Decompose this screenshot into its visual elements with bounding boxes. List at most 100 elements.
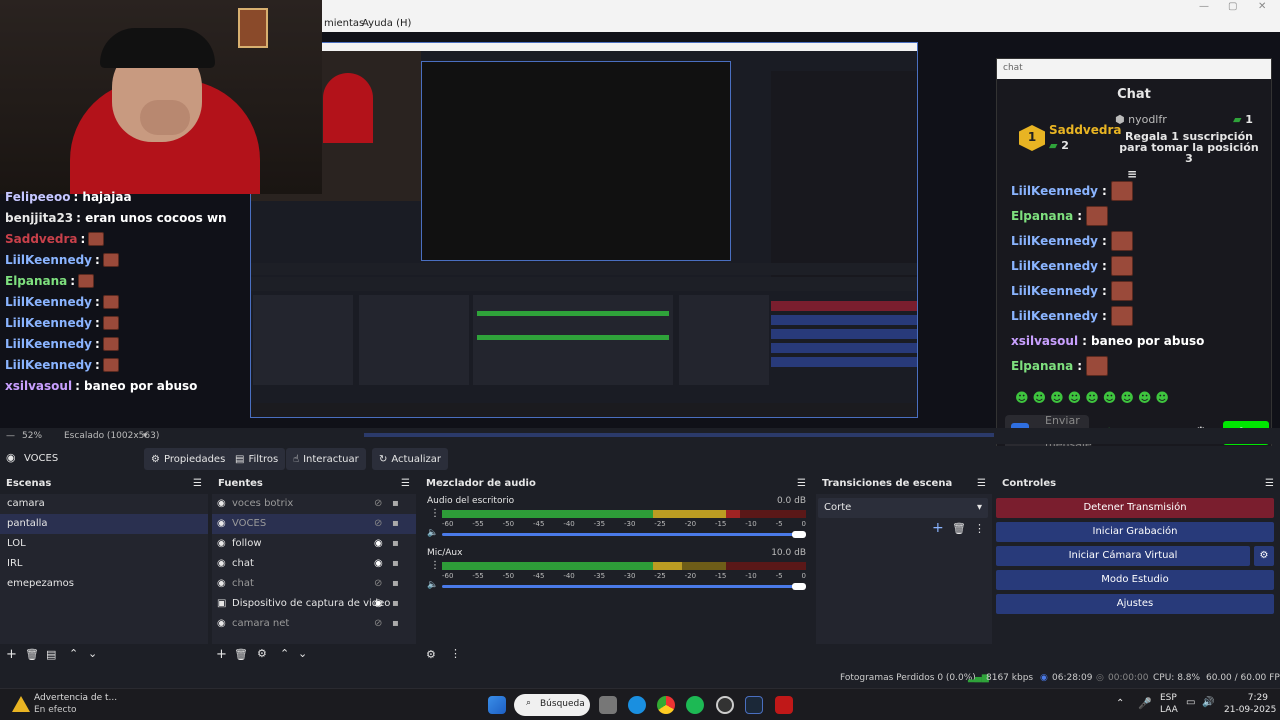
- lock-icon[interactable]: ▪: [392, 518, 399, 529]
- menu-help[interactable]: Ayuda (H): [362, 18, 411, 29]
- source-item[interactable]: ◉ camara net ⊘ ▪: [212, 614, 416, 634]
- source-item[interactable]: ▣ Dispositivo de captura de video ◉ ▪: [212, 594, 416, 614]
- chevron-up-icon[interactable]: ⌃: [1116, 698, 1124, 709]
- volume-slider-knob[interactable]: [792, 583, 806, 590]
- steam-icon[interactable]: [745, 696, 763, 714]
- lock-icon[interactable]: ▪: [392, 538, 399, 549]
- more-options-icon[interactable]: ⋮: [430, 508, 440, 519]
- studio-mode-button[interactable]: Modo Estudio: [996, 570, 1274, 590]
- warning-icon[interactable]: [12, 696, 30, 712]
- volume-slider-knob[interactable]: [792, 531, 806, 538]
- start-recording-button[interactable]: Iniciar Grabación: [996, 522, 1274, 542]
- trash-icon[interactable]: 🗑: [952, 522, 966, 535]
- volume-icon[interactable]: 🔊: [1202, 697, 1214, 708]
- lock-icon[interactable]: ▪: [392, 558, 399, 569]
- filters-button[interactable]: ▤ Filtros: [228, 448, 286, 470]
- spotify-icon[interactable]: [686, 696, 704, 714]
- microphone-icon[interactable]: 🎤: [1138, 697, 1152, 710]
- speaker-icon[interactable]: 🔈: [427, 528, 438, 538]
- dock-menu-icon[interactable]: ☰: [977, 478, 986, 489]
- chat-username[interactable]: Elpanana: [1011, 359, 1073, 373]
- source-item[interactable]: ◉ voces botrix ⊘ ▪: [212, 494, 416, 514]
- scene-item[interactable]: camara: [0, 494, 208, 514]
- trash-icon[interactable]: 🗑: [234, 648, 248, 661]
- virtual-camera-button[interactable]: Iniciar Cámara Virtual: [996, 546, 1250, 566]
- chat-username[interactable]: xsilvasoul: [5, 379, 72, 393]
- chat-username[interactable]: benjjita23: [5, 211, 73, 225]
- network-icon[interactable]: ▭: [1186, 697, 1195, 708]
- chat-username[interactable]: LiilKeennedy: [5, 295, 92, 309]
- eye-icon[interactable]: ◉: [374, 598, 383, 609]
- obs-icon[interactable]: [716, 696, 734, 714]
- chat-username[interactable]: Elpanana: [5, 274, 67, 288]
- app-red-icon[interactable]: [775, 696, 793, 714]
- chat-username[interactable]: LiilKeennedy: [5, 316, 92, 330]
- chat-username[interactable]: Saddvedra: [5, 232, 78, 246]
- scene-item[interactable]: IRL: [0, 554, 208, 574]
- transition-select[interactable]: Corte ▾: [818, 498, 988, 518]
- minimize-icon[interactable]: —: [1199, 1, 1209, 12]
- lock-icon[interactable]: ▪: [392, 498, 399, 509]
- close-icon[interactable]: ✕: [1258, 1, 1266, 12]
- source-item[interactable]: ◉ follow ◉ ▪: [212, 534, 416, 554]
- more-options-icon[interactable]: ⋮: [430, 560, 440, 571]
- speaker-icon[interactable]: 🔈: [427, 580, 438, 590]
- language-code[interactable]: ESP: [1160, 693, 1177, 703]
- menu-tools[interactable]: mientas: [324, 18, 364, 29]
- maximize-icon[interactable]: ▢: [1228, 1, 1237, 12]
- volume-slider[interactable]: [442, 585, 798, 588]
- gear-icon[interactable]: ⚙: [1254, 546, 1274, 566]
- eye-off-icon[interactable]: ⊘: [374, 578, 382, 589]
- dock-menu-icon[interactable]: ☰: [193, 478, 202, 489]
- dock-menu-icon[interactable]: ☰: [797, 478, 806, 489]
- chat-username[interactable]: LiilKeennedy: [1011, 184, 1098, 198]
- chevron-up-icon[interactable]: ⌃: [69, 647, 78, 660]
- lock-icon[interactable]: ▪: [392, 598, 399, 609]
- chevron-up-icon[interactable]: ⌃: [280, 647, 289, 660]
- windows-start-icon[interactable]: [488, 696, 506, 714]
- chevron-down-icon[interactable]: ▾: [143, 431, 148, 441]
- chat-username[interactable]: Felipeeoo: [5, 190, 70, 204]
- chevron-down-icon[interactable]: ⌄: [88, 647, 97, 660]
- dock-menu-icon[interactable]: ☰: [401, 478, 410, 489]
- gear-icon[interactable]: ⚙: [426, 648, 436, 661]
- dock-menu-icon[interactable]: ☰: [1265, 478, 1274, 489]
- trash-icon[interactable]: 🗑: [25, 648, 39, 661]
- chat-username[interactable]: LiilKeennedy: [1011, 284, 1098, 298]
- chat-username[interactable]: LiilKeennedy: [5, 337, 92, 351]
- scene-item[interactable]: emepezamos: [0, 574, 208, 594]
- volume-slider[interactable]: [442, 533, 798, 536]
- source-item[interactable]: ◉ chat ⊘ ▪: [212, 574, 416, 594]
- chevron-down-icon[interactable]: ≡: [1127, 167, 1137, 181]
- gear-icon[interactable]: ⚙: [257, 647, 267, 660]
- scene-item[interactable]: pantalla: [0, 514, 208, 534]
- eye-off-icon[interactable]: ⊘: [374, 498, 382, 509]
- emote-bar[interactable]: ☻☻☻☻☻☻☻☻☻: [1015, 391, 1173, 406]
- chat-username[interactable]: LiilKeennedy: [5, 358, 92, 372]
- preview-scrollbar[interactable]: [364, 433, 994, 437]
- task-view-icon[interactable]: [599, 696, 617, 714]
- more-options-icon[interactable]: ⋮: [974, 522, 985, 535]
- scene-item[interactable]: LOL: [0, 534, 208, 554]
- more-options-icon[interactable]: ⋮: [450, 647, 461, 660]
- notification-title[interactable]: Advertencia de t...: [34, 693, 117, 703]
- eye-off-icon[interactable]: ⊘: [374, 518, 382, 529]
- chat-username[interactable]: xsilvasoul: [1011, 334, 1078, 348]
- add-icon[interactable]: +: [216, 647, 227, 662]
- chat-username[interactable]: Elpanana: [1011, 209, 1073, 223]
- zoom-level[interactable]: 52%: [22, 431, 42, 441]
- add-icon[interactable]: +: [932, 520, 944, 536]
- filter-icon[interactable]: ▤: [46, 648, 56, 661]
- lock-icon[interactable]: ▪: [392, 578, 399, 589]
- edge-icon[interactable]: [628, 696, 646, 714]
- clock-time[interactable]: 7:29: [1224, 693, 1268, 703]
- eye-off-icon[interactable]: ⊘: [374, 618, 382, 629]
- chat-username[interactable]: LiilKeennedy: [1011, 309, 1098, 323]
- refresh-button[interactable]: ↻ Actualizar: [372, 448, 448, 470]
- eye-icon[interactable]: ◉: [374, 558, 383, 569]
- properties-button[interactable]: ⚙ Propiedades: [144, 448, 233, 470]
- stop-stream-button[interactable]: Detener Transmisión: [996, 498, 1274, 518]
- source-item[interactable]: ◉ VOCES ⊘ ▪: [212, 514, 416, 534]
- chat-username[interactable]: LiilKeennedy: [1011, 259, 1098, 273]
- chat-username[interactable]: LiilKeennedy: [1011, 234, 1098, 248]
